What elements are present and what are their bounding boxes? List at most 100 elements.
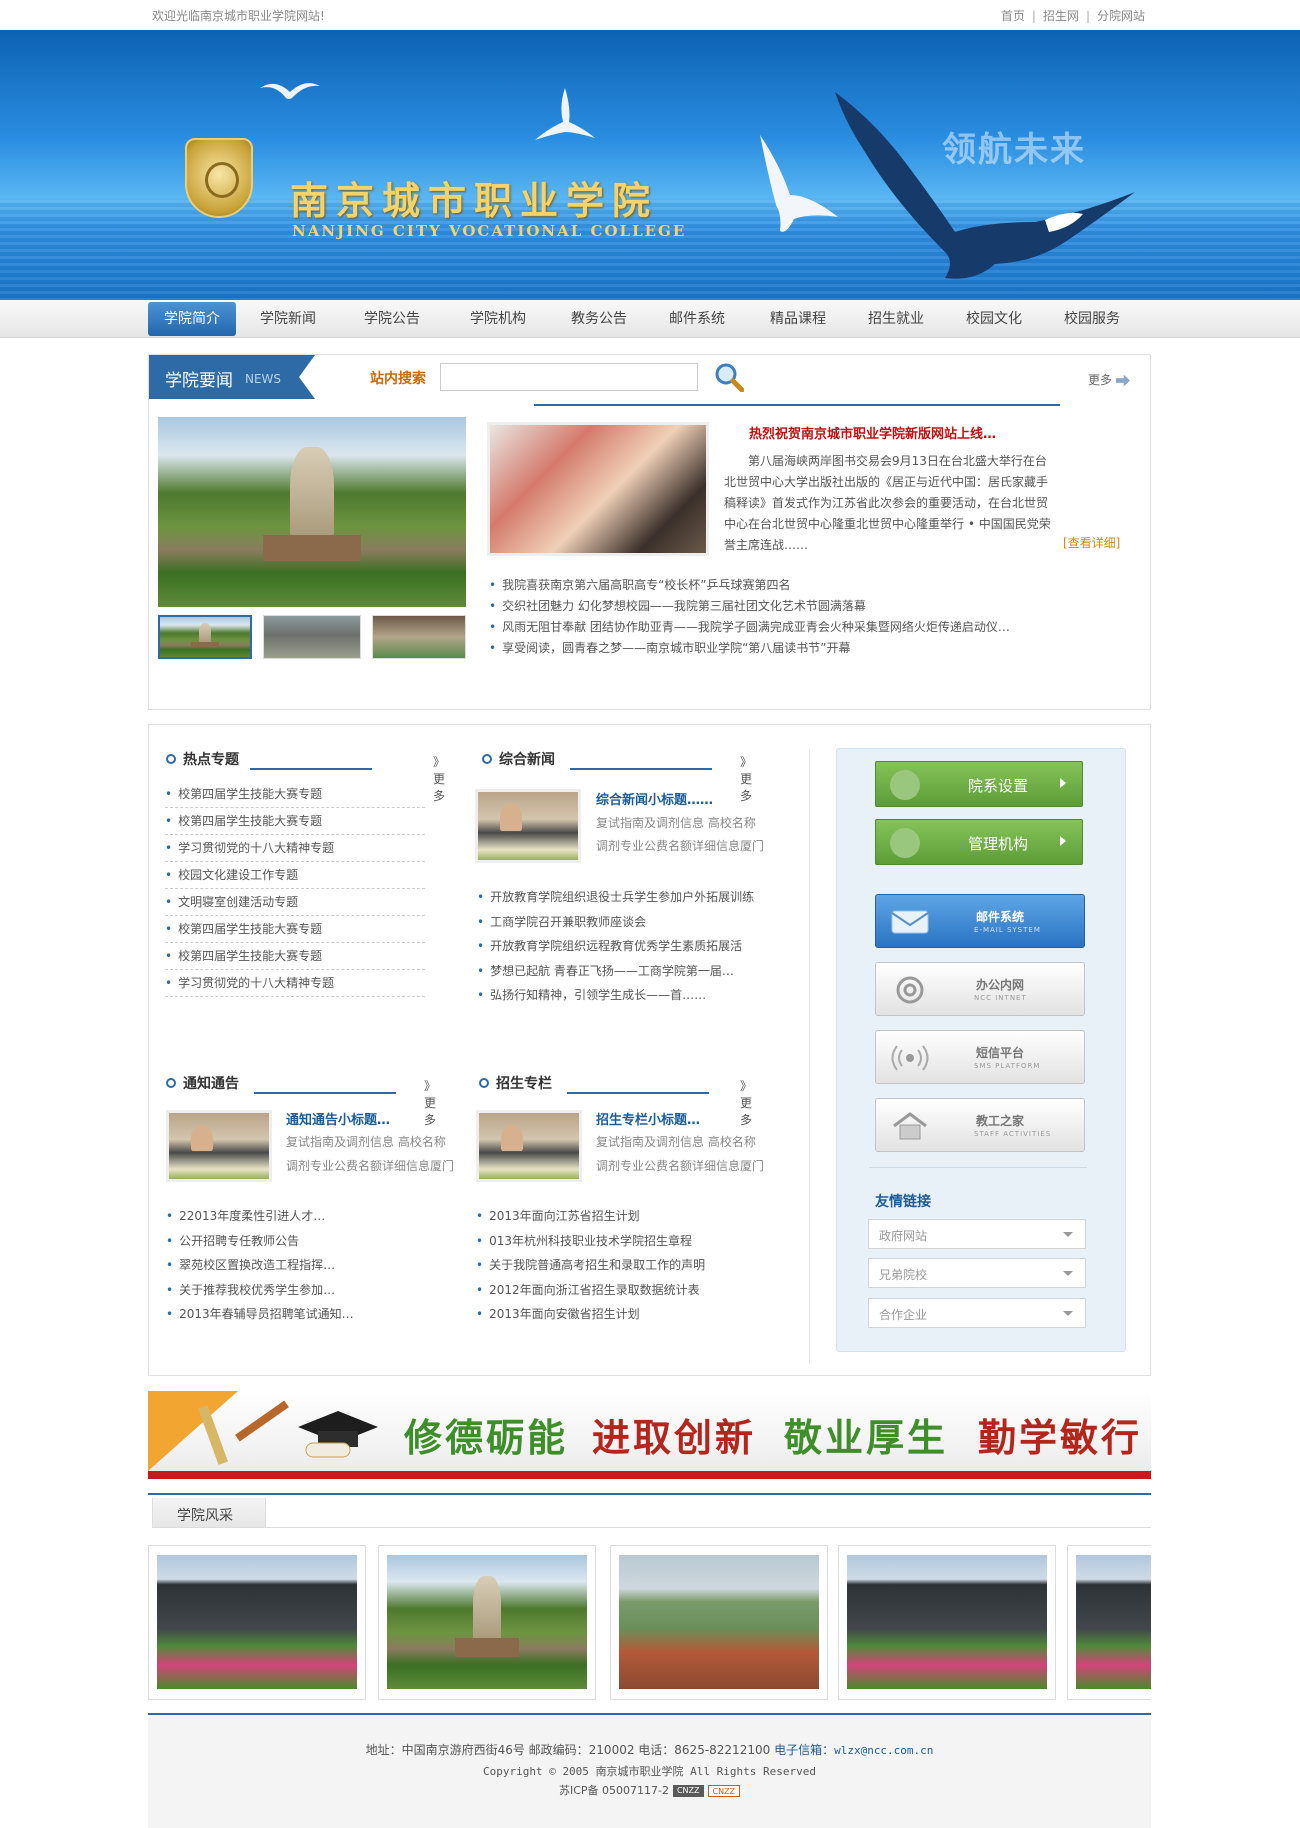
admissions-more-link[interactable]: 》更多	[740, 1077, 752, 1128]
list-item[interactable]: 校第四届学生技能大赛专题	[165, 808, 425, 835]
list-item[interactable]: 风雨无阻甘奉献 团结协作助亚青——我院学子圆满完成亚青会火种采集暨网络火炬传递启…	[489, 617, 1049, 638]
footer-email-link[interactable]: wlzx@ncc.com.cn	[834, 1744, 933, 1757]
list-item[interactable]: 校第四届学生技能大赛专题	[165, 916, 425, 943]
list-item[interactable]: 校第四届学生技能大赛专题	[165, 943, 425, 970]
notices-header: 通知通告 》更多	[166, 1072, 436, 1127]
general-news-header: 综合新闻 》更多	[482, 748, 752, 803]
college-name-en: NANJING CITY VOCATIONAL COLLEGE	[292, 222, 687, 240]
headline-photo[interactable]	[487, 422, 709, 556]
management-button[interactable]: 管理机构	[875, 819, 1083, 865]
seagull-icon	[535, 88, 595, 140]
list-item[interactable]: 013年杭州科技职业技术学院招生章程	[476, 1229, 766, 1254]
list-item[interactable]: 弘扬行知精神，引领学生成长——首……	[477, 983, 767, 1008]
list-item[interactable]: 学习贯彻党的十八大精神专题	[165, 970, 425, 997]
list-item[interactable]: 开放教育学院组织远程教育优秀学生素质拓展活	[477, 934, 767, 959]
list-item[interactable]: 2013年面向安徽省招生计划	[476, 1302, 766, 1327]
list-item[interactable]: 校园文化建设工作专题	[165, 862, 425, 889]
list-item[interactable]: 我院喜获南京第六届高职高专“校长杯”乒乓球赛第四名	[489, 575, 1049, 596]
notices-photo[interactable]	[166, 1110, 272, 1182]
general-news-photo[interactable]	[475, 789, 581, 863]
footer-copyright: Copyright © 2005 南京城市职业学院 All Rights Res…	[482, 1765, 817, 1778]
nav-item-employment[interactable]: 招生就业	[848, 300, 944, 338]
list-item[interactable]: 公开招聘专任教师公告	[166, 1229, 456, 1254]
staff-home-button[interactable]: 教工之家 STAFF ACTIVITIES	[875, 1098, 1085, 1152]
general-news-feature-title[interactable]: 综合新闻小标题……	[596, 789, 713, 808]
list-item[interactable]: 2012年面向浙江省招生录取数据统计表	[476, 1278, 766, 1303]
nav-item-announcements[interactable]: 学院公告	[340, 300, 444, 338]
cnzz-badge[interactable]: CNZZ	[707, 1785, 741, 1797]
list-item[interactable]: 文明寝室创建活动专题	[165, 889, 425, 916]
topics-more-link[interactable]: 》更多	[433, 753, 445, 804]
feature-line: 调剂专业公费名额详细信息厦门	[286, 1159, 455, 1173]
gallery-item[interactable]	[148, 1545, 366, 1700]
list-item[interactable]: 校第四届学生技能大赛专题	[165, 781, 425, 808]
list-item[interactable]: 22013年度柔性引进人才…	[166, 1204, 456, 1229]
notices-more-link[interactable]: 》更多	[424, 1077, 436, 1128]
admissions-feature-title[interactable]: 招生专栏小标题…	[596, 1109, 700, 1128]
top-link-home[interactable]: 首页	[1001, 9, 1025, 23]
link-select-companies[interactable]: 合作企业	[868, 1298, 1086, 1328]
nav-item-news[interactable]: 学院新闻	[236, 300, 340, 338]
motto-4: 勤学敏行	[978, 1416, 1143, 1460]
notices-feature-title[interactable]: 通知通告小标题…	[286, 1109, 390, 1128]
news-list: 我院喜获南京第六届高职高专“校长杯”乒乓球赛第四名 交织社团魅力 幻化梦想校园—…	[489, 575, 1049, 659]
admissions-photo[interactable]	[476, 1110, 582, 1182]
list-item[interactable]: 开放教育学院组织退役士兵学生参加户外拓展训练	[477, 885, 767, 910]
top-link-admissions[interactable]: 招生网	[1043, 9, 1079, 23]
headline-text: 第八届海峡两岸图书交易会9月13日在台北盛大举行在台北世贸中心大学出版社出版的《…	[724, 454, 1051, 552]
list-item[interactable]: 关于推荐我校优秀学生参加…	[166, 1278, 456, 1303]
footer: 地址：中国南京游府西街46号 邮政编码：210002 电话：8625-82212…	[148, 1715, 1151, 1828]
cnzz-badge[interactable]: CNZZ	[672, 1785, 704, 1797]
list-item[interactable]: 工商学院召开兼职教师座谈会	[477, 910, 767, 935]
news-more-link[interactable]: 更多	[1088, 371, 1130, 388]
list-item[interactable]: 翠苑校区置换改造工程指挥…	[166, 1253, 456, 1278]
bullet-ring-icon	[166, 754, 176, 764]
news-thumb-1[interactable]	[158, 615, 252, 659]
search-icon[interactable]	[714, 362, 744, 392]
feature-line: 复试指南及调剂信息 高校名称	[286, 1135, 446, 1149]
list-item[interactable]: 梦想已起航 青春正飞扬——工商学院第一届…	[477, 959, 767, 984]
gallery-photo	[387, 1555, 587, 1689]
nav-item-mail-system[interactable]: 邮件系统	[646, 300, 748, 338]
feature-line: 调剂专业公费名额详细信息厦门	[596, 1159, 765, 1173]
news-main-photo[interactable]	[158, 417, 466, 607]
gallery-title: 学院风采	[177, 1508, 233, 1524]
admissions-title: 招生专栏	[496, 1076, 552, 1092]
news-thumb-2[interactable]	[263, 615, 361, 659]
email-system-button[interactable]: 邮件系统 E-MAIL SYSTEM	[875, 894, 1085, 948]
list-item[interactable]: 关于我院普通高考招生和录取工作的声明	[476, 1253, 766, 1278]
list-item[interactable]: 2013年面向江苏省招生计划	[476, 1204, 766, 1229]
gallery-item[interactable]	[378, 1545, 596, 1700]
list-item[interactable]: 享受阅读，圆青春之梦——南京城市职业学院“第八届读书节”开幕	[489, 638, 1049, 659]
office-intranet-button[interactable]: 办公内网 NCC INTNET	[875, 962, 1085, 1016]
search-input[interactable]	[440, 363, 698, 391]
main-nav: 学院简介 学院新闻 学院公告 学院机构 教务公告 邮件系统 精品课程 招生就业 …	[0, 300, 1300, 338]
footer-icp-line: 苏ICP备 05007117-2 CNZZ CNZZ	[148, 1782, 1151, 1798]
gallery-item[interactable]	[610, 1545, 828, 1700]
list-item[interactable]: 学习贯彻党的十八大精神专题	[165, 835, 425, 862]
nav-item-about[interactable]: 学院简介	[148, 302, 236, 336]
news-thumb-3[interactable]	[372, 615, 466, 659]
list-item[interactable]: 交织社团魅力 幻化梦想校园——我院第三届社团文化艺术节圆满落幕	[489, 596, 1049, 617]
link-select-schools[interactable]: 兄弟院校	[868, 1258, 1086, 1288]
gallery-tab[interactable]: 学院风采	[152, 1498, 266, 1528]
departments-button[interactable]: 院系设置	[875, 761, 1083, 807]
feature-line: 复试指南及调剂信息 高校名称	[596, 1135, 756, 1149]
topics-title: 热点专题	[183, 752, 239, 768]
nav-item-departments[interactable]: 学院机构	[444, 300, 552, 338]
gallery-item[interactable]	[838, 1545, 1056, 1700]
nav-item-campus-service[interactable]: 校园服务	[1044, 300, 1140, 338]
nav-item-academic-notices[interactable]: 教务公告	[552, 300, 646, 338]
general-news-more-link[interactable]: 》更多	[740, 753, 752, 804]
link-select-government[interactable]: 政府网站	[868, 1219, 1086, 1249]
nav-item-courses[interactable]: 精品课程	[748, 300, 848, 338]
view-detail-link[interactable]: [查看详细]	[1063, 534, 1120, 551]
gallery-item[interactable]	[1067, 1545, 1151, 1700]
sms-platform-button[interactable]: 短信平台 SMS PLATFORM	[875, 1030, 1085, 1084]
at-sign-icon	[896, 976, 924, 1004]
bullet-ring-icon	[479, 1078, 489, 1088]
nav-item-campus-culture[interactable]: 校园文化	[944, 300, 1044, 338]
headline-title[interactable]: 热烈祝贺南京城市职业学院新版网站上线…	[749, 423, 996, 442]
list-item[interactable]: 2013年春辅导员招聘笔试通知…	[166, 1302, 456, 1327]
top-link-branches[interactable]: 分院网站	[1097, 9, 1145, 23]
